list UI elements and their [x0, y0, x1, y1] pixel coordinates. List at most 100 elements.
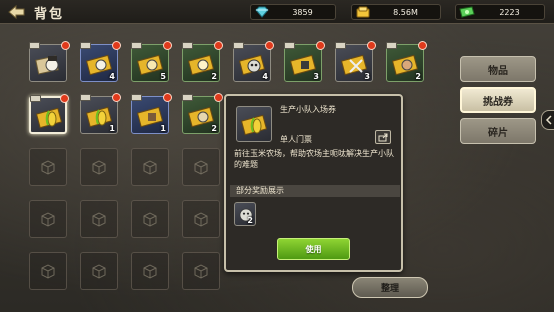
corn-ticket-icon [35, 107, 63, 129]
gem-value: 3859 [292, 7, 313, 17]
empty-box-icon [92, 264, 106, 279]
inventory-slot[interactable]: 3 [284, 41, 325, 82]
tab-shards[interactable]: 碎片 [460, 118, 536, 144]
empty-slot [182, 252, 220, 290]
inventory-slot[interactable]: 2 [182, 93, 223, 134]
empty-slot [80, 200, 118, 238]
ticket-badge-icon [131, 42, 142, 49]
inventory-slot[interactable] [29, 41, 70, 82]
empty-box-icon [41, 212, 55, 227]
empty-box-icon [143, 212, 157, 227]
item-count: 1 [160, 124, 166, 133]
new-dot-icon [367, 41, 376, 50]
item-count: 5 [160, 72, 166, 81]
new-dot-icon [61, 41, 70, 50]
item-count: 2 [415, 72, 421, 81]
ticket-badge-icon [80, 94, 91, 101]
item-description: 前往玉米农场，帮助农场主呃呔解决生产小队的难题 [234, 149, 394, 169]
empty-slot [80, 252, 118, 290]
empty-box-icon [194, 160, 208, 175]
new-dot-icon [112, 93, 121, 102]
empty-slot [182, 148, 220, 186]
ticket-badge-icon [29, 42, 40, 49]
green-ticket-icon [459, 6, 475, 18]
empty-slot [182, 200, 220, 238]
ticket-badge-icon [182, 94, 193, 101]
new-dot-icon [163, 93, 172, 102]
item-count: 2 [211, 124, 217, 133]
empty-slot [131, 148, 169, 186]
inventory-slot[interactable]: 4 [233, 41, 274, 82]
item-count: 3 [313, 72, 319, 81]
side-panel-toggle[interactable] [541, 110, 554, 130]
item-count: 4 [109, 72, 115, 81]
item-type: 单人门票 [280, 135, 312, 144]
tab-challenge-tickets[interactable]: 挑战券 [460, 87, 536, 113]
back-button[interactable] [6, 3, 28, 21]
item-count: 2 [211, 72, 217, 81]
empty-box-icon [41, 264, 55, 279]
empty-slot [131, 252, 169, 290]
reward-count: 2 [247, 216, 253, 225]
share-button[interactable] [375, 130, 391, 144]
ticket-counter: 2223 [455, 4, 545, 20]
new-dot-icon [418, 41, 427, 50]
reward-icon [239, 208, 253, 222]
ticket-badge-icon [335, 42, 346, 49]
empty-box-icon [143, 264, 157, 279]
popup-item-icon [236, 106, 272, 142]
reward-item[interactable]: 2 [234, 202, 256, 226]
gem-icon [255, 6, 269, 18]
sort-button[interactable]: 整理 [352, 277, 428, 298]
corn-ticket-icon [240, 114, 268, 136]
inventory-slot-selected[interactable] [29, 94, 69, 134]
gold-value: 8.56M [393, 7, 418, 17]
ticket-badge-icon [131, 94, 142, 101]
new-dot-icon [112, 41, 121, 50]
empty-slot [29, 200, 67, 238]
page-title: 背包 [34, 7, 65, 22]
ticket-badge-icon [233, 42, 244, 49]
gold-counter: 8.56M [351, 4, 441, 20]
ticket-badge-icon [284, 42, 295, 49]
item-count: 1 [109, 124, 115, 133]
new-dot-icon [60, 94, 69, 103]
empty-box-icon [92, 212, 106, 227]
tab-items[interactable]: 物品 [460, 56, 536, 82]
inventory-slot[interactable]: 2 [386, 41, 427, 82]
ticket-badge-icon [80, 42, 91, 49]
use-button[interactable]: 使用 [277, 238, 350, 260]
empty-box-icon [92, 160, 106, 175]
top-bar: 背包 3859 8.56M 2223 [0, 0, 554, 24]
inventory-slot[interactable]: 4 [80, 41, 121, 82]
new-dot-icon [214, 41, 223, 50]
empty-box-icon [41, 160, 55, 175]
new-dot-icon [316, 41, 325, 50]
rewards-header: 部分奖励展示 [230, 185, 400, 197]
ticket-value: 2223 [499, 7, 520, 17]
scarecrow-ticket-icon [35, 55, 59, 75]
share-icon [378, 133, 388, 141]
inventory-slot[interactable]: 5 [131, 41, 172, 82]
inventory-slot[interactable]: 1 [80, 93, 121, 134]
ticket-badge-icon [386, 42, 397, 49]
back-arrow-icon [8, 4, 25, 20]
item-name: 生产小队入场券 [280, 105, 336, 114]
gold-icon [356, 6, 370, 18]
empty-slot [29, 252, 67, 290]
item-count: 3 [364, 72, 370, 81]
empty-slot [29, 148, 67, 186]
inventory-slot[interactable]: 1 [131, 93, 172, 134]
new-dot-icon [163, 41, 172, 50]
gem-counter: 3859 [250, 4, 336, 20]
ticket-badge-icon [30, 95, 41, 102]
inventory-slot[interactable]: 2 [182, 41, 223, 82]
empty-box-icon [194, 264, 208, 279]
ticket-badge-icon [182, 42, 193, 49]
empty-slot [80, 148, 118, 186]
empty-slot [131, 200, 169, 238]
item-count: 4 [262, 72, 268, 81]
inventory-slot[interactable]: 3 [335, 41, 376, 82]
new-dot-icon [265, 41, 274, 50]
item-detail-popup: 生产小队入场券 单人门票 前往玉米农场，帮助农场主呃呔解决生产小队的难题 部分奖… [224, 94, 403, 272]
